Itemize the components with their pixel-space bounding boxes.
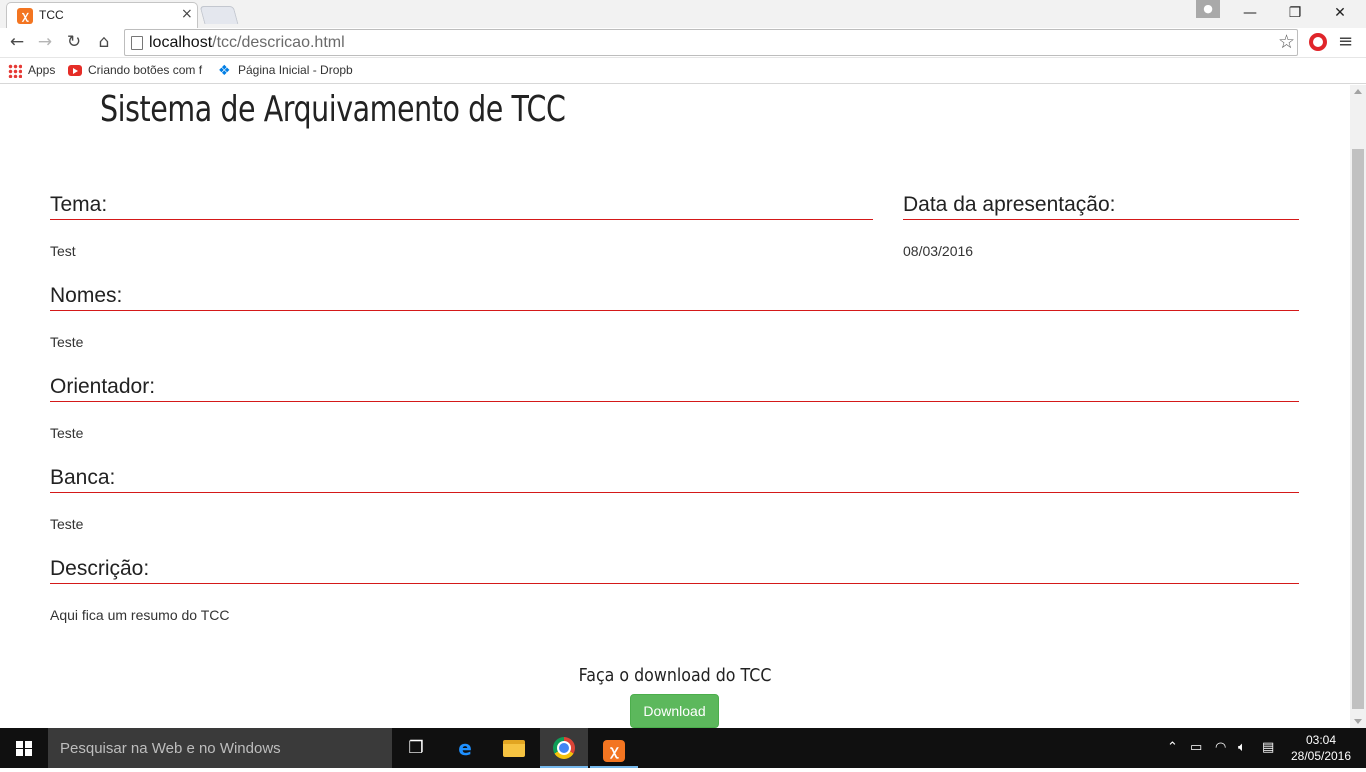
nomes-divider: [50, 310, 1299, 311]
address-bar[interactable]: localhost/tcc/descricao.html ☆: [124, 29, 1298, 56]
youtube-icon: [68, 65, 82, 76]
nomes-value: Teste: [50, 334, 84, 350]
file-explorer-icon[interactable]: [490, 728, 538, 768]
orientador-divider: [50, 401, 1299, 402]
notifications-icon[interactable]: ▤: [1262, 740, 1274, 755]
new-tab-button[interactable]: [199, 6, 239, 24]
tema-divider: [50, 219, 873, 220]
task-view-icon[interactable]: ❐: [392, 728, 440, 768]
apps-grid-icon[interactable]: [8, 64, 22, 78]
battery-icon[interactable]: ▭: [1190, 740, 1202, 755]
chrome-menu-icon[interactable]: ≡: [1338, 31, 1353, 52]
page-icon: [131, 36, 143, 50]
banca-divider: [50, 492, 1299, 493]
clock-time: 03:04: [1305, 733, 1337, 747]
nomes-label: Nomes:: [50, 284, 123, 307]
tema-value: Test: [50, 243, 76, 259]
descricao-divider: [50, 583, 1299, 584]
wifi-icon[interactable]: ◠: [1215, 740, 1226, 755]
profile-icon[interactable]: ●: [1196, 0, 1220, 18]
download-prompt: Faça o download do TCC: [578, 665, 772, 686]
page-scrollbar[interactable]: [1350, 85, 1366, 728]
opera-extension-icon[interactable]: [1309, 33, 1327, 51]
window-close-icon[interactable]: ✕: [1318, 2, 1362, 24]
browser-toolbar: ← → ↻ ⌂ localhost/tcc/descricao.html ☆ ≡: [0, 28, 1366, 58]
tab-strip: ꭓ TCC × ● — ❐ ✕: [0, 0, 1366, 28]
data-apresentacao-divider: [903, 219, 1299, 220]
chrome-taskbar-icon[interactable]: [540, 728, 588, 768]
forward-arrow-icon[interactable]: →: [34, 31, 56, 53]
taskbar-clock[interactable]: 03:04 28/05/2016: [1286, 732, 1356, 764]
download-button[interactable]: Download: [630, 694, 719, 728]
start-button[interactable]: [0, 728, 48, 768]
banca-value: Teste: [50, 516, 84, 532]
bookmark-dropbox[interactable]: Página Inicial - Dropb: [238, 63, 354, 77]
windows-taskbar: Pesquisar na Web e no Windows ❐ e ꭓ ⌃ ▭ …: [0, 728, 1366, 768]
edge-browser-icon[interactable]: e: [441, 728, 489, 768]
browser-tab[interactable]: ꭓ TCC ×: [6, 2, 198, 28]
descricao-label: Descrição:: [50, 557, 150, 580]
url-text[interactable]: localhost/tcc/descricao.html: [149, 34, 345, 52]
home-icon[interactable]: ⌂: [93, 31, 115, 53]
tray-chevron-up-icon[interactable]: ⌃: [1167, 740, 1178, 755]
clock-date: 28/05/2016: [1290, 749, 1352, 763]
data-apresentacao-label: Data da apresentação:: [903, 193, 1116, 216]
minimize-icon[interactable]: —: [1228, 2, 1272, 24]
scroll-thumb[interactable]: [1352, 149, 1364, 709]
page-title: Sistema de Arquivamento de TCC: [100, 89, 566, 130]
bookmark-criando-botoes[interactable]: Criando botões com f: [88, 63, 204, 77]
back-arrow-icon[interactable]: ←: [6, 31, 28, 53]
xampp-taskbar-icon[interactable]: ꭓ: [590, 728, 638, 768]
bookmark-star-icon[interactable]: ☆: [1278, 31, 1295, 53]
descricao-value: Aqui fica um resumo do TCC: [50, 607, 230, 623]
orientador-label: Orientador:: [50, 375, 156, 398]
windows-logo-icon: [16, 741, 32, 756]
taskbar-search-placeholder: Pesquisar na Web e no Windows: [60, 740, 281, 757]
bookmarks-bar: Apps Criando botões com f ❖ Página Inici…: [0, 58, 1366, 84]
tab-close-icon[interactable]: ×: [181, 6, 193, 22]
restore-icon[interactable]: ❐: [1273, 2, 1317, 24]
orientador-value: Teste: [50, 425, 84, 441]
bookmark-apps[interactable]: Apps: [28, 63, 55, 77]
dropbox-icon: ❖: [218, 63, 231, 79]
tema-label: Tema:: [50, 193, 108, 216]
tab-title: TCC: [39, 8, 64, 22]
banca-label: Banca:: [50, 466, 116, 489]
taskbar-search-box[interactable]: Pesquisar na Web e no Windows: [48, 728, 392, 768]
scroll-up-arrow-icon[interactable]: [1354, 89, 1362, 94]
reload-icon[interactable]: ↻: [63, 31, 85, 53]
data-apresentacao-value: 08/03/2016: [903, 243, 974, 259]
page-content: Sistema de Arquivamento de TCC Tema: Tes…: [0, 85, 1350, 728]
xampp-favicon-icon: ꭓ: [17, 8, 33, 24]
scroll-down-arrow-icon[interactable]: [1354, 719, 1362, 724]
volume-icon[interactable]: 🔈︎: [1238, 740, 1246, 755]
